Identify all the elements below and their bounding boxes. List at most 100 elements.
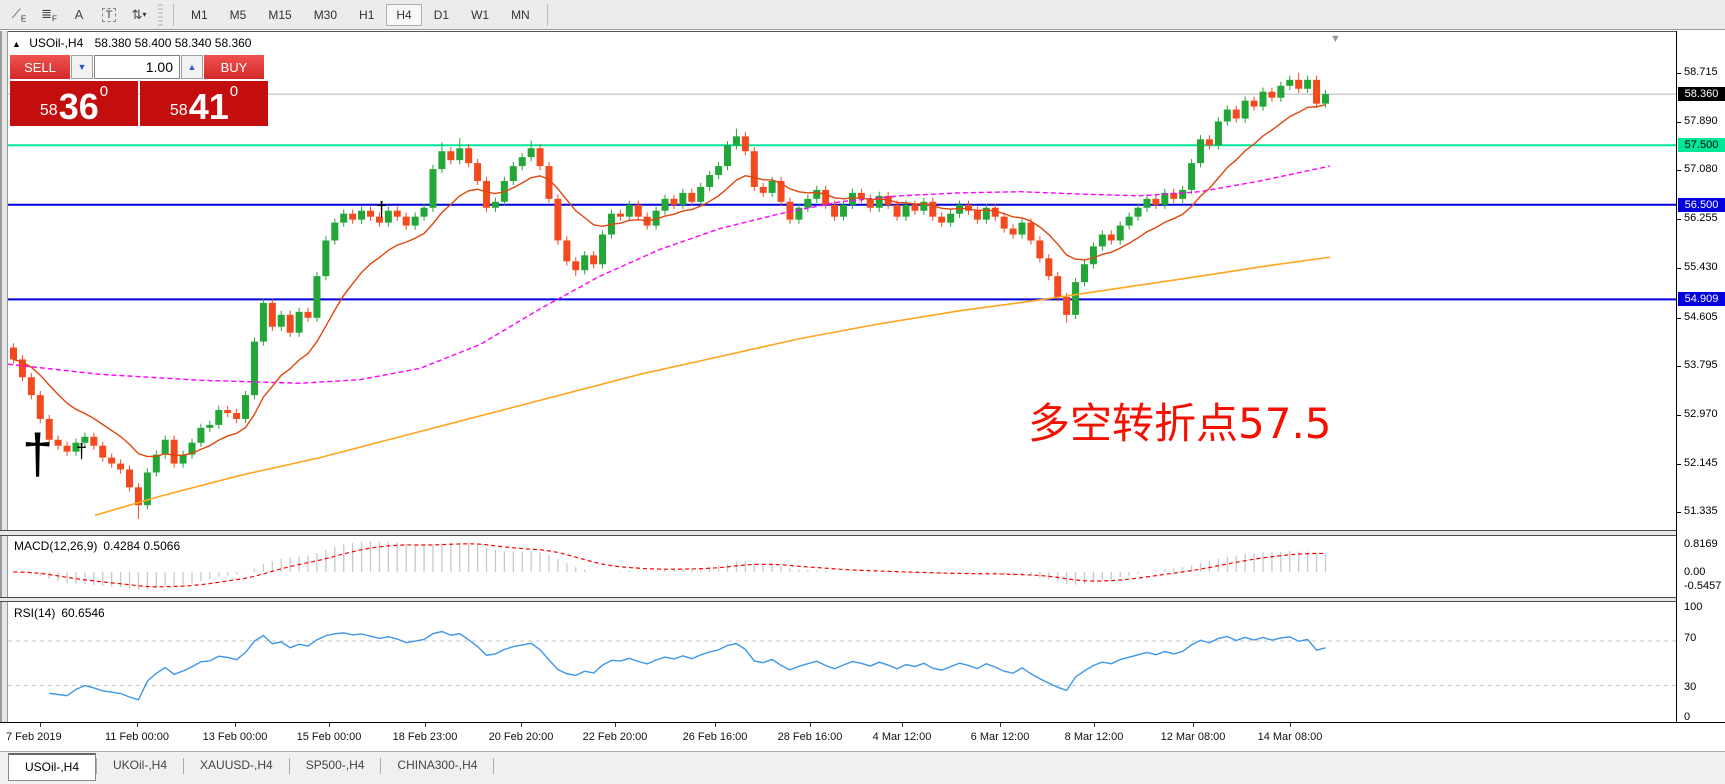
scroll-to-end-icon[interactable]: ▼: [1330, 33, 1341, 45]
collapse-panel-icon[interactable]: ▲: [12, 39, 21, 49]
tab-separator: [493, 758, 494, 774]
timeframe-button-W1[interactable]: W1: [461, 4, 499, 26]
sell-button[interactable]: SELL: [10, 55, 70, 79]
time-tick: [1290, 723, 1291, 727]
text-label-icon[interactable]: A: [67, 4, 91, 26]
price-tick-label: 54.605: [1684, 311, 1718, 323]
price-axis[interactable]: 58.715 57.890 57.080 56.255 55.430 54.605 53.7…: [1676, 31, 1725, 751]
sell-price-sup: 0: [100, 83, 108, 100]
time-tick-label: 22 Feb 20:00: [583, 731, 648, 743]
chart-tab-usoil-h4[interactable]: USOil-,H4: [8, 753, 96, 781]
dagger-marker: †: [22, 426, 53, 482]
price-tick-label: 57.080: [1684, 163, 1718, 175]
sell-price-big: 36: [59, 92, 99, 122]
time-axis[interactable]: 7 Feb 201911 Feb 00:0013 Feb 00:0015 Feb…: [0, 722, 1725, 751]
indicator-axis-label: 70: [1684, 632, 1696, 644]
chart-annotation-text: 多空转折点57.5: [1028, 390, 1332, 451]
dagger-marker: †: [76, 442, 87, 462]
price-tick-label: 56.255: [1684, 212, 1718, 224]
chart-tab-ukoil-h4[interactable]: UKOil-,H4: [97, 753, 183, 778]
rsi-pane[interactable]: [8, 602, 1676, 722]
chart-tab-xauusd-h4[interactable]: XAUUSD-,H4: [184, 753, 289, 778]
price-tick: [1677, 73, 1681, 74]
time-tick: [235, 723, 236, 727]
timeframe-button-M1[interactable]: M1: [181, 4, 218, 26]
price-tick-label: 51.335: [1684, 505, 1718, 517]
ohlc-low: 58.340: [175, 36, 212, 50]
time-tick-label: 26 Feb 16:00: [683, 731, 748, 743]
buy-price-small: 58: [170, 102, 188, 120]
time-tick-label: 7 Feb 2019: [6, 731, 62, 743]
indicator-axis-label: 0.00: [1684, 566, 1705, 578]
time-tick: [425, 723, 426, 727]
toolbar: ⟋E ≣F AT ⇅ ▾ M1M5M15M30H1H4D1W1MN: [0, 0, 1725, 30]
time-tick: [40, 723, 41, 727]
price-badge: 57.500: [1678, 138, 1725, 152]
time-tick-label: 13 Feb 00:00: [203, 731, 268, 743]
sell-price-small: 58: [40, 102, 58, 120]
dagger-marker: †: [376, 200, 387, 220]
one-click-trading-panel: SELL ▼ ▲ BUY 58 36 0 58 41 0: [10, 55, 268, 126]
buy-price-big: 41: [189, 92, 229, 122]
ohlc-open: 58.380: [95, 36, 132, 50]
indicator-axis-label: 100: [1684, 601, 1702, 613]
time-tick: [329, 723, 330, 727]
ohlc-close: 58.360: [215, 36, 252, 50]
volume-decrease-button[interactable]: ▼: [71, 55, 93, 79]
chart-tab-china300-h4[interactable]: CHINA300-,H4: [381, 753, 493, 778]
chart-header: ▲ USOil-,H4 58.380 58.400 58.340 58.360: [12, 36, 251, 50]
arrows-tool-icon[interactable]: ⇅ ▾: [127, 4, 151, 26]
price-tick-label: 58.715: [1684, 66, 1718, 78]
price-tick-label: 53.795: [1684, 359, 1718, 371]
sell-price-panel[interactable]: 58 36 0: [10, 81, 138, 126]
fibonacci-retracement-icon[interactable]: ≣F: [37, 4, 61, 26]
equidistant-channel-icon[interactable]: ⟋E: [7, 4, 31, 26]
time-tick: [810, 723, 811, 727]
toolbar-grip: [158, 4, 163, 26]
price-tick: [1677, 512, 1681, 513]
timeframe-button-H4[interactable]: H4: [386, 4, 421, 26]
time-tick: [137, 723, 138, 727]
time-tick: [1000, 723, 1001, 727]
chart-tab-sp500-h4[interactable]: SP500-,H4: [290, 753, 381, 778]
ohlc-high: 58.400: [135, 36, 172, 50]
toolbar-separator: [173, 4, 174, 26]
timeframe-button-H1[interactable]: H1: [349, 4, 384, 26]
price-badge: 54.909: [1678, 292, 1725, 306]
buy-price-sup: 0: [230, 83, 238, 100]
window-left-frame: [0, 31, 8, 751]
price-tick: [1677, 268, 1681, 269]
timeframe-button-M30[interactable]: M30: [304, 4, 347, 26]
buy-button[interactable]: BUY: [204, 55, 264, 79]
price-tick-label: 55.430: [1684, 261, 1718, 273]
volume-input[interactable]: [94, 55, 180, 79]
chart-tab-bar: USOil-,H4UKOil-,H4XAUUSD-,H4SP500-,H4CHI…: [0, 751, 1725, 784]
time-tick: [902, 723, 903, 727]
price-tick: [1677, 464, 1681, 465]
price-tick: [1677, 366, 1681, 367]
rsi-label: RSI(14)60.6546: [14, 606, 105, 620]
timeframe-button-MN[interactable]: MN: [501, 4, 540, 26]
volume-increase-button[interactable]: ▲: [181, 55, 203, 79]
price-tick: [1677, 219, 1681, 220]
price-tick: [1677, 415, 1681, 416]
text-box-icon[interactable]: T: [97, 4, 121, 26]
price-tick: [1677, 122, 1681, 123]
time-tick-label: 11 Feb 00:00: [105, 731, 169, 743]
price-tick: [1677, 170, 1681, 171]
price-tick-label: 57.890: [1684, 115, 1718, 127]
time-tick-label: 4 Mar 12:00: [873, 731, 932, 743]
time-tick: [1193, 723, 1194, 727]
time-tick: [615, 723, 616, 727]
timeframe-button-M5[interactable]: M5: [220, 4, 257, 26]
timeframe-button-M15[interactable]: M15: [258, 4, 301, 26]
time-tick: [715, 723, 716, 727]
macd-pane[interactable]: [8, 536, 1676, 597]
price-tick-label: 52.970: [1684, 408, 1718, 420]
price-badge: 58.360: [1678, 87, 1725, 101]
timeframe-button-D1[interactable]: D1: [424, 4, 459, 26]
buy-price-panel[interactable]: 58 41 0: [140, 81, 268, 126]
indicator-axis-label: 0.8169: [1684, 538, 1718, 550]
indicator-axis-label: 30: [1684, 681, 1696, 693]
chart-symbol-title: USOil-,H4: [29, 36, 83, 50]
